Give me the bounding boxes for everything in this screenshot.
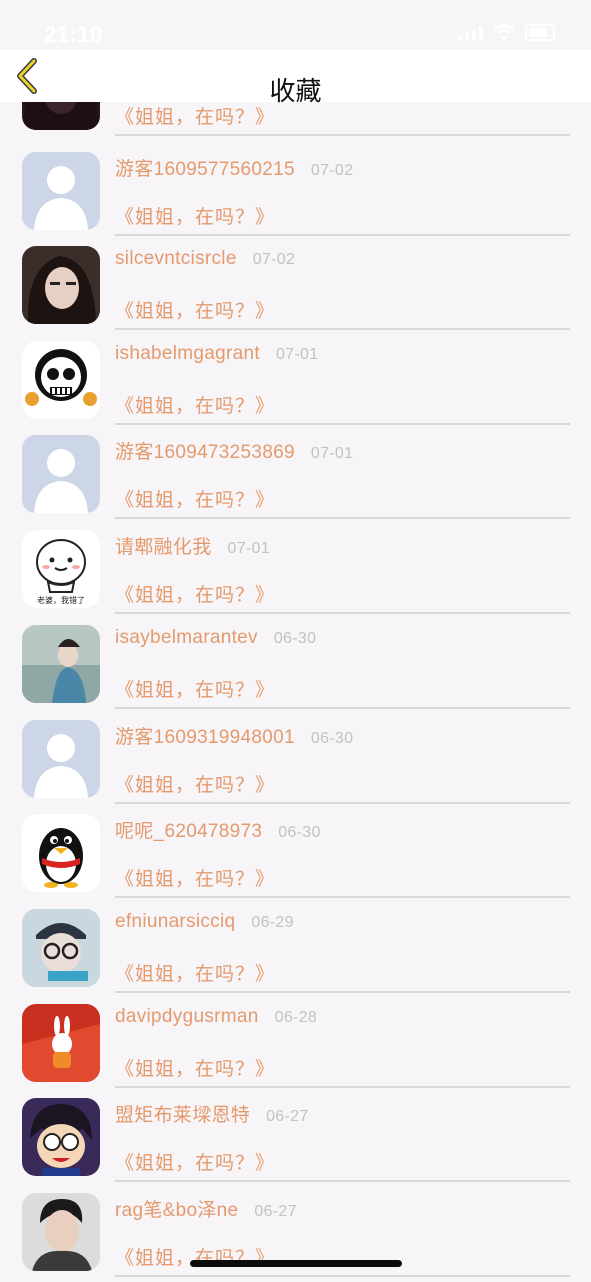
status-icons: [458, 24, 555, 41]
avatar[interactable]: [22, 625, 100, 703]
contact-name: ishabelmgagrant 07-01: [115, 343, 319, 364]
contact-name: rag笔&bo泽ne 06-27: [115, 1200, 297, 1221]
message-preview: 《姐姐，在吗？》: [115, 396, 276, 417]
page-title: 收藏: [269, 76, 322, 106]
avatar[interactable]: [22, 909, 100, 987]
message-preview: 《姐姐，在吗？》: [115, 680, 276, 701]
avatar-caption: 老婆，我错了: [37, 595, 85, 605]
divider: [115, 612, 570, 614]
list-item[interactable]: 游客1609319948001 06-30 《姐姐，在吗？》: [0, 714, 591, 809]
signal-icon: [458, 27, 483, 41]
list-item[interactable]: davipdygusrman 06-28 《姐姐，在吗？》: [0, 998, 591, 1093]
list-item[interactable]: 盟矩布莱墚恩特 06-27 《姐姐，在吗？》: [0, 1092, 591, 1187]
avatar[interactable]: [22, 246, 100, 324]
list-item[interactable]: silcevntcisrcle 07-02 《姐姐，在吗？》: [0, 240, 591, 335]
contact-name: 请郫融化我 07-01: [115, 537, 270, 558]
divider: [115, 134, 570, 136]
message-preview: 《姐姐，在吗？》: [115, 1059, 276, 1080]
message-date: 07-02: [310, 162, 354, 179]
avatar[interactable]: [22, 435, 100, 513]
message-date: 06-27: [266, 1108, 309, 1125]
contact-name: 游客1609577560215 07-02: [115, 159, 354, 180]
contact-name: 游客1609319948001 06-30: [115, 727, 354, 748]
avatar[interactable]: [22, 1004, 100, 1082]
contact-name: 呢呢_620478973 06-30: [115, 821, 321, 842]
divider: [115, 234, 570, 236]
contact-name: 游客1609473253869 07-01: [115, 442, 354, 463]
message-date: 07-01: [227, 540, 270, 557]
contact-name: 盟矩布莱墚恩特 06-27: [115, 1105, 309, 1126]
message-date: 07-02: [252, 251, 296, 268]
list-item[interactable]: ishabelmgagrant 07-01 《姐姐，在吗？》: [0, 335, 591, 430]
divider: [115, 802, 570, 804]
divider: [115, 991, 570, 993]
avatar[interactable]: [22, 814, 100, 892]
list-item[interactable]: 游客1609577560215 07-02 《姐姐，在吗？》: [0, 146, 591, 241]
avatar[interactable]: 老婆，我错了: [22, 530, 100, 608]
avatar[interactable]: [22, 152, 100, 230]
nav-bar: 收藏: [0, 50, 591, 106]
contact-name: davipdygusrman 06-28: [115, 1006, 318, 1027]
wifi-icon: [493, 25, 515, 40]
message-preview: 《姐姐，在吗？》: [115, 964, 276, 985]
list-item[interactable]: 呢呢_620478973 06-30 《姐姐，在吗？》: [0, 808, 591, 903]
divider: [115, 328, 570, 330]
contact-name: isaybelmarantev 06-30: [115, 627, 317, 648]
status-time: 21:10: [44, 22, 103, 47]
message-date: 06-28: [274, 1009, 318, 1026]
message-date: 06-29: [251, 914, 294, 931]
divider: [115, 1275, 570, 1277]
home-indicator[interactable]: [190, 1260, 402, 1267]
list-item[interactable]: 老婆，我错了 请郫融化我 07-01 《姐姐，在吗？》: [0, 524, 591, 619]
message-preview: 《姐姐，在吗？》: [115, 301, 276, 322]
divider: [115, 423, 570, 425]
divider: [115, 707, 570, 709]
divider: [115, 896, 570, 898]
list-item[interactable]: efniunarsicciq 06-29 《姐姐，在吗？》: [0, 903, 591, 998]
message-preview: 《姐姐，在吗？》: [115, 490, 276, 511]
message-date: 06-30: [310, 730, 354, 747]
message-date: 07-01: [275, 346, 319, 363]
message-date: 06-30: [278, 824, 321, 841]
avatar[interactable]: [22, 1098, 100, 1176]
status-bar: 21:10: [0, 0, 591, 50]
divider: [115, 1180, 570, 1182]
avatar[interactable]: [22, 720, 100, 798]
message-date: 06-27: [254, 1203, 297, 1220]
message-preview: 《姐姐，在吗？》: [115, 869, 276, 890]
list-item[interactable]: rag笔&bo泽ne 06-27 《姐姐，在吗？》: [0, 1187, 591, 1282]
divider: [115, 517, 570, 519]
divider: [115, 1086, 570, 1088]
message-preview: 《姐姐，在吗？》: [115, 585, 276, 606]
message-preview: 《姐姐，在吗？》: [115, 775, 276, 796]
contact-name: silcevntcisrcle 07-02: [115, 248, 296, 269]
avatar[interactable]: [22, 341, 100, 419]
avatar[interactable]: [22, 1193, 100, 1271]
message-date: 07-01: [310, 445, 354, 462]
list-item[interactable]: isaybelmarantev 06-30 《姐姐，在吗？》: [0, 619, 591, 714]
message-preview: 《姐姐，在吗？》: [115, 1153, 276, 1174]
list-item[interactable]: 游客1609473253869 07-01 《姐姐，在吗？》: [0, 429, 591, 524]
message-date: 06-30: [273, 630, 317, 647]
contact-name: efniunarsicciq 06-29: [115, 911, 294, 932]
battery-icon: [525, 24, 555, 41]
message-preview: 《姐姐，在吗？》: [115, 207, 276, 228]
